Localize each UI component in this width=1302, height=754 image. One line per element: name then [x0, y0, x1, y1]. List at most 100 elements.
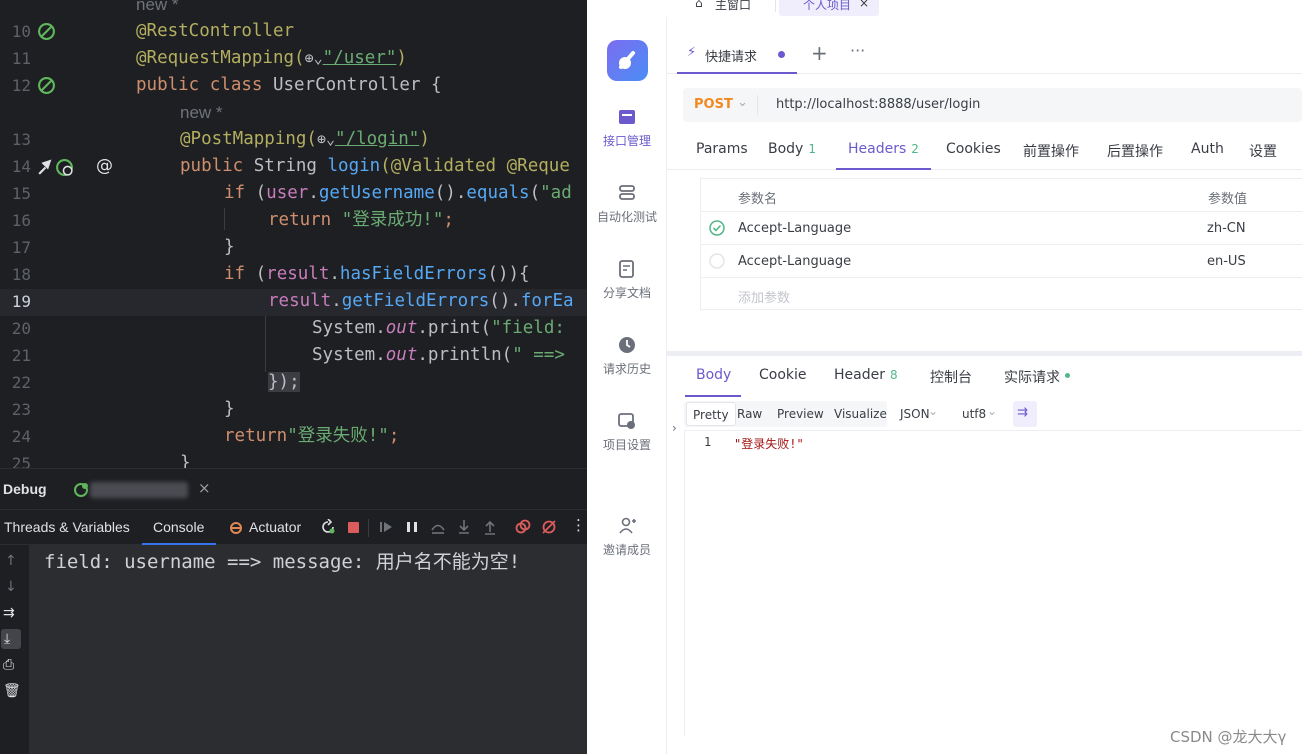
line-number: 18 [11, 265, 31, 284]
inline-hint: new * [180, 103, 223, 122]
api-client-window: ⌂ 主窗口 个人项目 × 接口管理 自动化测试 分享文档 请求历史 项目设置 邀… [587, 0, 1302, 754]
nav-automation-test[interactable]: 自动化测试 [587, 183, 667, 225]
pause-icon[interactable] [404, 519, 420, 535]
nav-share-docs[interactable]: 分享文档 [587, 259, 667, 301]
format-pretty[interactable]: Pretty [686, 402, 736, 426]
checked-icon[interactable] [709, 220, 725, 236]
tab-auth[interactable]: Auth [1191, 141, 1224, 157]
tab-threads-variables[interactable]: Threads & Variables [4, 519, 130, 535]
header-value[interactable]: zh-CN [1207, 221, 1246, 236]
blurred-config-name[interactable] [90, 482, 188, 498]
console-output-area[interactable] [30, 545, 587, 754]
more-icon[interactable]: ··· [850, 41, 865, 60]
trash-icon[interactable]: 🗑 [3, 683, 21, 699]
spring-run-config-icon[interactable] [72, 481, 90, 499]
more-icon[interactable]: ⋮ [571, 516, 586, 534]
format-preview[interactable]: Preview [771, 401, 830, 427]
method-select[interactable]: POST [694, 97, 733, 112]
chevron-down-icon[interactable]: ⌄ [737, 95, 748, 110]
nav-request-history[interactable]: 请求历史 [587, 335, 667, 377]
line-number: 17 [11, 238, 31, 257]
code-token: ()){ [487, 264, 530, 284]
res-tab-header[interactable]: Header 8 [834, 367, 898, 383]
tab-console[interactable]: Console [153, 519, 204, 535]
code-editor[interactable]: 10 11 12 13 14 15 16 17 18 19 20 21 22 2… [0, 0, 587, 468]
add-param-placeholder[interactable]: 添加参数 [738, 287, 790, 306]
chevron-down-icon[interactable]: ⌄ [928, 404, 938, 418]
close-icon[interactable]: × [859, 0, 869, 10]
tab-post-script[interactable]: 后置操作 [1107, 141, 1163, 161]
res-tab-body[interactable]: Body [696, 367, 731, 383]
step-out-icon[interactable] [482, 519, 498, 535]
view-breakpoints-icon[interactable] [515, 519, 531, 535]
code-token: getUsername [318, 183, 435, 203]
nav-invite-members[interactable]: 邀请成员 [587, 516, 667, 558]
nav-api-management[interactable]: 接口管理 [587, 107, 667, 149]
chevron-down-icon[interactable]: ⌄ [987, 404, 997, 418]
response-body[interactable]: 1 "登录失败!" [684, 430, 1302, 736]
tab-params[interactable]: Params [696, 141, 748, 157]
line-number: 13 [11, 130, 31, 149]
code-token: login [327, 156, 381, 176]
spring-bean-icon[interactable] [37, 22, 56, 41]
code-token: }); [268, 372, 300, 392]
unchecked-icon[interactable] [709, 253, 725, 269]
url-input[interactable]: http://localhost:8888/user/login [776, 97, 980, 112]
annotation-marker-icon[interactable]: @ [96, 153, 113, 180]
add-tab-icon[interactable]: + [811, 41, 828, 65]
tab-pre-script[interactable]: 前置操作 [1023, 141, 1079, 161]
console-line: field: username ==> message: 用户名不能为空! [44, 551, 521, 573]
line-number: 16 [11, 211, 31, 230]
step-into-icon[interactable] [456, 519, 472, 535]
code-token: "/login" [335, 129, 420, 149]
add-row[interactable]: 添加参数 [701, 278, 1302, 311]
mute-breakpoints-icon[interactable] [541, 519, 557, 535]
header-key[interactable]: Accept-Language [738, 221, 851, 236]
code-token: @RestController [136, 21, 295, 41]
step-over-icon[interactable] [430, 519, 446, 535]
scroll-to-end-icon[interactable]: ⤓ [4, 631, 10, 647]
line-number: 20 [11, 319, 31, 338]
print-icon[interactable]: ⎙ [3, 657, 14, 673]
run-request-icon[interactable] [36, 158, 55, 177]
nav-project-settings[interactable]: 项目设置 [587, 411, 667, 453]
close-icon[interactable]: × [198, 479, 211, 497]
rerun-icon[interactable] [320, 519, 336, 535]
stop-icon[interactable] [345, 519, 361, 535]
line-number: 25 [11, 454, 31, 468]
format-visualize[interactable]: Visualize [828, 401, 893, 427]
tab-headers[interactable]: Headers 2 [848, 141, 919, 157]
header-key[interactable]: Accept-Language [738, 254, 851, 269]
tab-settings[interactable]: 设置 [1249, 141, 1277, 161]
inline-hint: new * [136, 0, 179, 14]
code-token: . [331, 291, 342, 311]
code-token: } [224, 237, 235, 257]
table-row[interactable]: Accept-Language en-US [701, 245, 1302, 278]
format-raw[interactable]: Raw [731, 401, 768, 427]
res-tab-cookie[interactable]: Cookie [759, 367, 807, 383]
tab-actuator[interactable]: Actuator [249, 519, 301, 535]
chevron-right-icon[interactable]: › [672, 421, 677, 435]
res-tab-console[interactable]: 控制台 [930, 367, 972, 387]
debug-title: Debug [3, 481, 47, 497]
table-row[interactable]: Accept-Language zh-CN [701, 212, 1302, 245]
code-token: public [180, 156, 244, 176]
web-endpoint-icon[interactable] [55, 158, 74, 177]
window-tab-main[interactable]: 主窗口 [715, 0, 751, 13]
window-tab-project-label: 个人项目 [803, 0, 852, 12]
code-line-22: }); [268, 369, 300, 396]
header-value[interactable]: en-US [1207, 254, 1246, 269]
spring-bean-icon[interactable] [37, 76, 56, 95]
soft-wrap-icon[interactable]: ⇉ [3, 605, 15, 621]
code-line-16: return "登录成功!"; [268, 207, 454, 234]
nav-label: 项目设置 [602, 438, 651, 452]
col-name: 参数名 [738, 192, 778, 207]
code-token: (@Validated @Reque [380, 156, 570, 176]
code-token: forEa [520, 291, 574, 311]
arrow-up-icon[interactable]: ↑ [5, 553, 17, 569]
resume-icon[interactable] [378, 519, 394, 535]
res-tab-actual-request[interactable]: 实际请求 [1004, 367, 1060, 387]
tab-cookies[interactable]: Cookies [946, 141, 1001, 157]
tab-body[interactable]: Body 1 [768, 141, 816, 157]
arrow-down-icon[interactable]: ↓ [5, 579, 17, 595]
